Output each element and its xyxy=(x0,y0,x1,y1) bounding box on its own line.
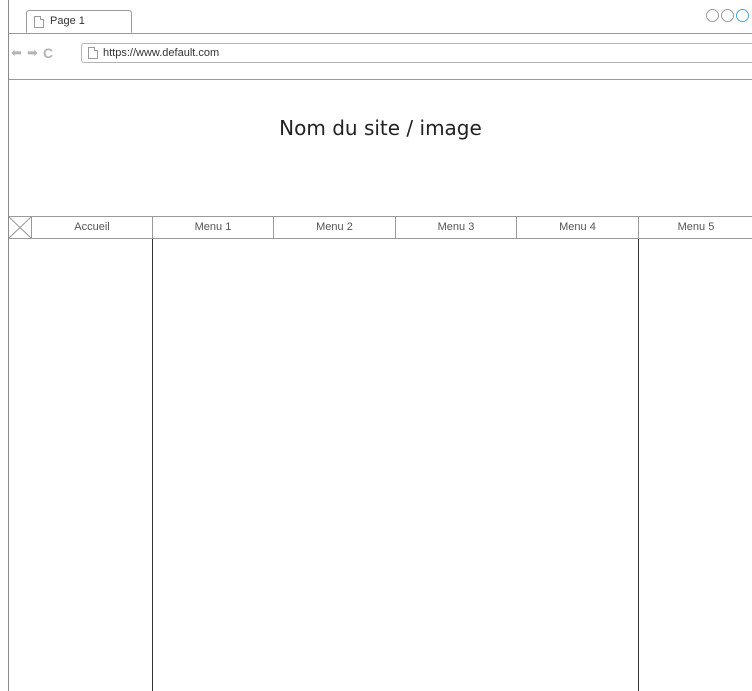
address-bar: ⬅ ➡ C https://www.default.com xyxy=(9,33,752,80)
browser-window: Page 1 ⬅ ➡ C https://www.default.com Nom… xyxy=(8,0,752,691)
right-column-divider xyxy=(638,239,639,691)
reload-icon[interactable]: C xyxy=(43,45,53,61)
tab-label: Page 1 xyxy=(50,15,85,27)
tab-bar: Page 1 xyxy=(9,0,752,34)
url-text: https://www.default.com xyxy=(103,47,220,59)
page-icon xyxy=(88,47,98,59)
window-control-circle-icon[interactable] xyxy=(706,9,719,22)
window-controls xyxy=(706,9,752,25)
image-placeholder-icon xyxy=(9,217,32,238)
window-control-circle-icon[interactable] xyxy=(721,9,734,22)
page-icon xyxy=(34,16,44,28)
window-control-circle-icon[interactable] xyxy=(736,9,749,22)
menu-item-menu-5[interactable]: Menu 5 xyxy=(638,217,752,238)
url-field[interactable]: https://www.default.com xyxy=(81,43,752,63)
menu-bar: Accueil Menu 1 Menu 2 Menu 3 Menu 4 Menu… xyxy=(9,216,752,239)
menu-item-menu-2[interactable]: Menu 2 xyxy=(273,217,395,238)
menu-item-menu-3[interactable]: Menu 3 xyxy=(395,217,516,238)
browser-tab[interactable]: Page 1 xyxy=(26,10,132,33)
site-title: Nom du site / image xyxy=(279,116,482,140)
left-column-divider xyxy=(152,239,153,691)
menu-item-menu-4[interactable]: Menu 4 xyxy=(516,217,638,238)
arrow-left-icon[interactable]: ⬅ xyxy=(11,45,22,61)
menu-item-menu-1[interactable]: Menu 1 xyxy=(152,217,273,238)
menu-item-accueil[interactable]: Accueil xyxy=(32,217,152,238)
arrow-right-icon[interactable]: ➡ xyxy=(27,45,38,61)
